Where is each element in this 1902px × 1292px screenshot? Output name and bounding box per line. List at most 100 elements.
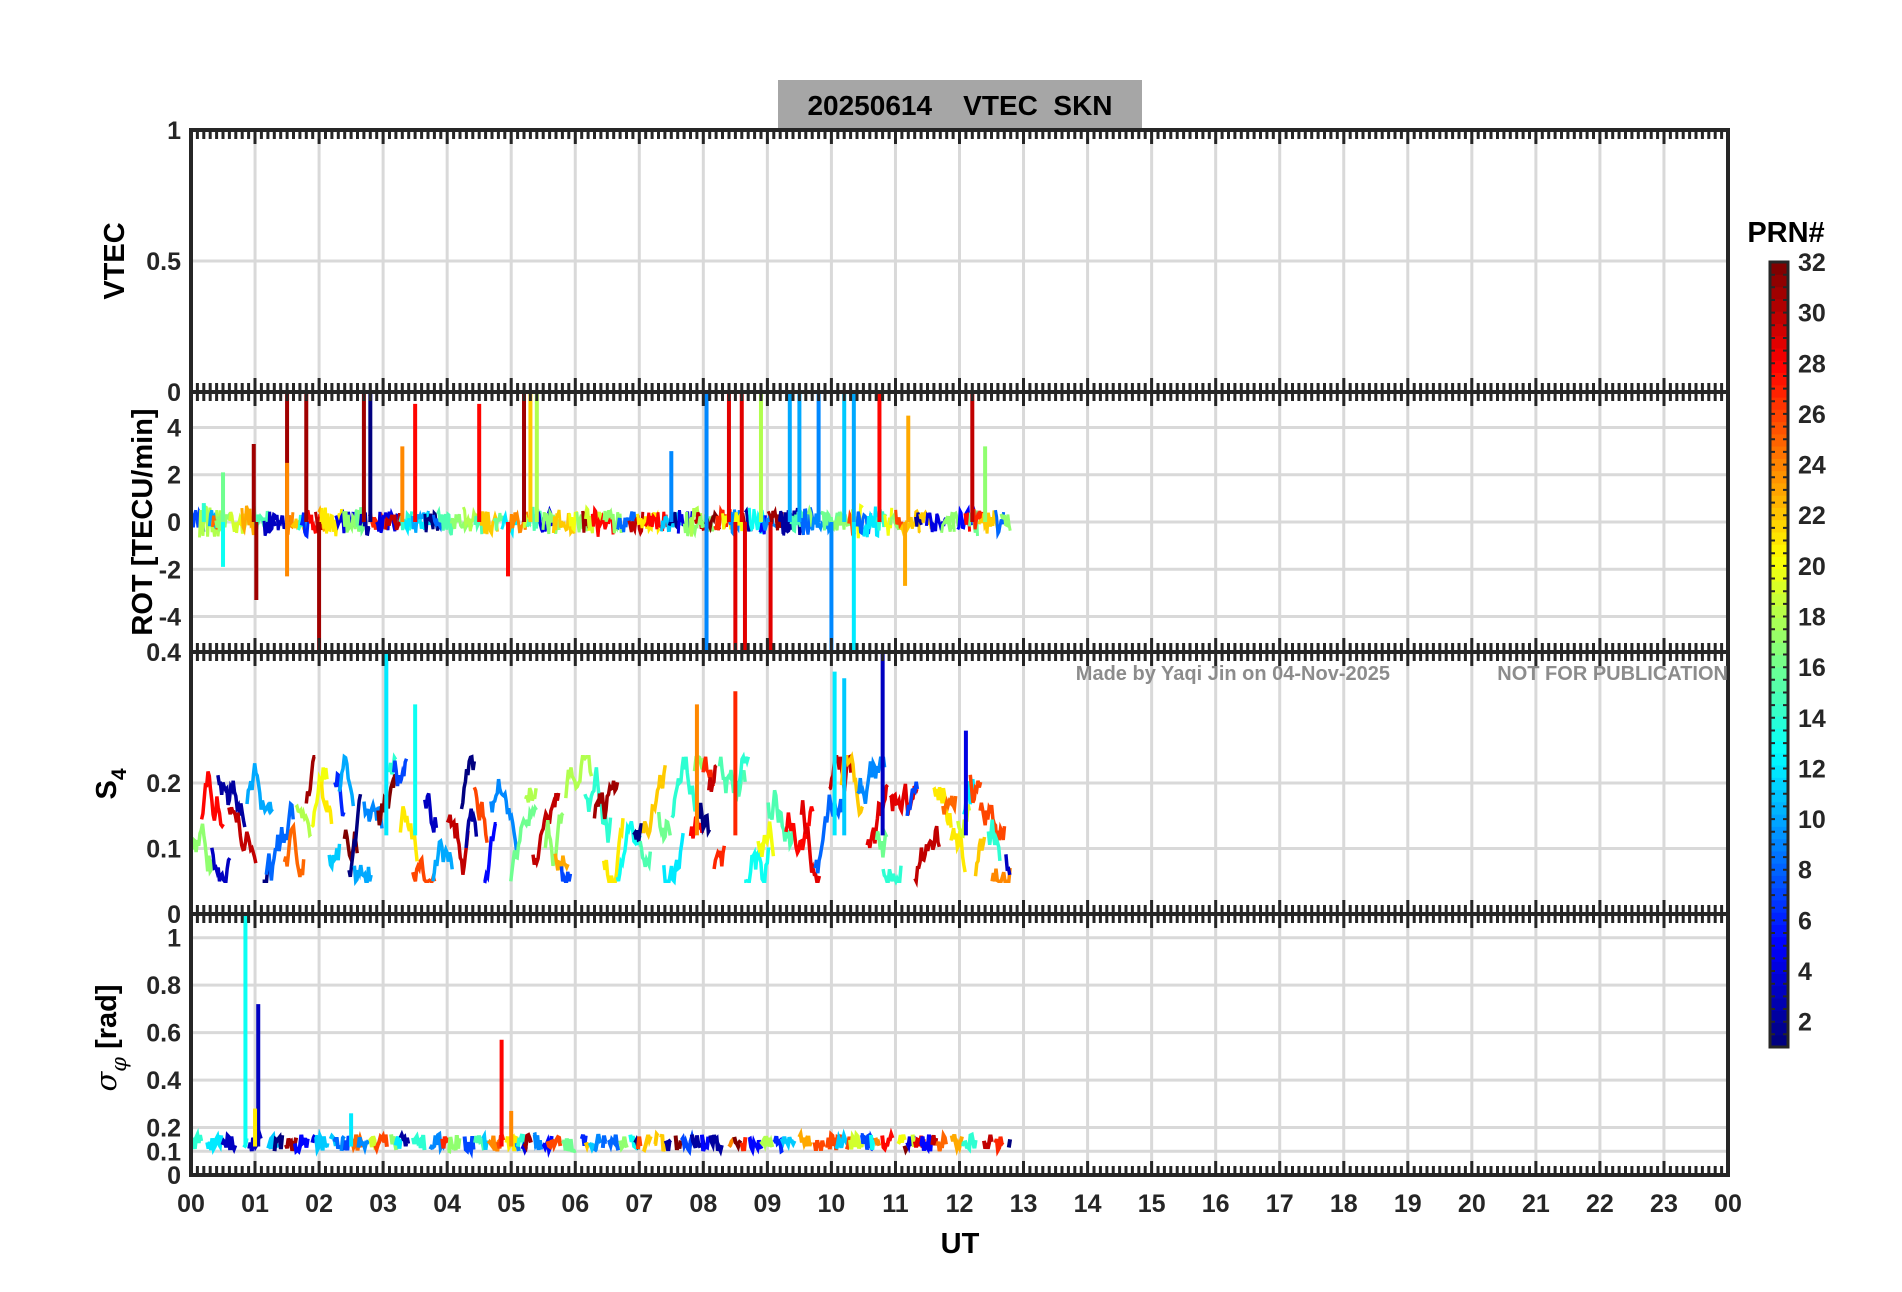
- colorbar: PRN# 2468101214161820222426283032: [1747, 217, 1826, 1049]
- x-tick-label: 12: [946, 1190, 974, 1218]
- y-tick-label: 1: [167, 925, 181, 953]
- sigma-trace: [1006, 1138, 1013, 1148]
- colorbar-segment: [1770, 396, 1788, 410]
- colorbar-segment: [1770, 924, 1788, 938]
- x-tick-label: 07: [625, 1190, 653, 1218]
- colorbar-tick-label: 16: [1798, 654, 1826, 682]
- y-tick-label: 0: [167, 379, 181, 407]
- x-tick-label: 03: [369, 1190, 397, 1218]
- x-tick-label: 22: [1586, 1190, 1614, 1218]
- colorbar-segment: [1770, 654, 1788, 668]
- sigma-trace: [812, 1139, 826, 1152]
- panel-sigma: 10.80.60.40.20.10: [146, 912, 1730, 1190]
- panel-rot: 4 2 0 -2 -4: [159, 390, 1730, 654]
- panels: 10.50420-2-40.40.20.1010.80.60.40.20.10: [146, 117, 1730, 1190]
- panel-vtec: 10.50: [146, 117, 1730, 407]
- colorbar-tick-label: 10: [1798, 806, 1826, 834]
- watermark-notice: NOT FOR PUBLICATION: [1497, 663, 1728, 685]
- colorbar-segment: [1770, 544, 1788, 557]
- panel-s4: 0.40.20.10: [146, 639, 1730, 929]
- title-text: 20250614 VTEC SKN: [807, 90, 1112, 121]
- x-tick-label: 21: [1522, 1190, 1550, 1218]
- colorbar-tick-label: 22: [1798, 502, 1826, 530]
- colorbar-tick-label: 2: [1798, 1009, 1812, 1037]
- x-tick-label: 09: [753, 1190, 781, 1218]
- sigma-trace: [930, 1134, 939, 1146]
- sigma-trace: [896, 1134, 907, 1145]
- colorbar-tick-label: 6: [1798, 907, 1812, 935]
- x-tick-label: 10: [818, 1190, 846, 1218]
- colorbar-segment: [1770, 912, 1788, 925]
- colorbar-tick-label: 24: [1798, 452, 1826, 480]
- x-tick-label: 13: [1010, 1190, 1038, 1218]
- x-tick-label: 19: [1394, 1190, 1422, 1218]
- colorbar-segment: [1770, 789, 1788, 803]
- colorbar-segment: [1770, 360, 1788, 373]
- x-tick-label: 16: [1202, 1190, 1230, 1218]
- sigma-trace: [635, 1136, 643, 1150]
- colorbar-tick-label: 30: [1798, 300, 1826, 328]
- y-tick-label: -4: [159, 604, 181, 632]
- y-tick-label: 4: [167, 414, 181, 442]
- y-tick-label: 1: [167, 117, 181, 145]
- y-tick-label: 0.1: [146, 836, 181, 864]
- colorbar-segment: [1770, 777, 1788, 791]
- y-tick-label: -2: [159, 556, 181, 584]
- y-tick-label: 0.4: [146, 1067, 181, 1095]
- figure: 20250614 VTEC SKN 10.50420-2-40.40.20.10…: [89, 80, 1826, 1260]
- x-tick-label: 06: [561, 1190, 589, 1218]
- colorbar-segment: [1770, 519, 1788, 533]
- y-tick-label: 0.5: [146, 248, 181, 276]
- y-tick-label: 0.2: [146, 770, 181, 798]
- colorbar-segment: [1770, 286, 1788, 300]
- colorbar-segment: [1770, 801, 1788, 815]
- colorbar-tick-label: 8: [1798, 857, 1812, 885]
- y-tick-label: 2: [167, 462, 181, 490]
- colorbar-segment: [1770, 936, 1788, 950]
- colorbar-segment: [1770, 372, 1788, 386]
- y-tick-label: 0: [167, 509, 181, 537]
- colorbar-segment: [1770, 642, 1788, 656]
- y-tick-label: 0.4: [146, 639, 181, 667]
- y-tick-label: 0: [167, 1162, 181, 1190]
- y-axis-label-s4: S4: [91, 768, 131, 799]
- colorbar-segment: [1770, 274, 1788, 288]
- colorbar-segment: [1770, 556, 1788, 570]
- y-axis-label-vtec: VTEC: [99, 222, 131, 299]
- x-tick-label: 08: [689, 1190, 717, 1218]
- colorbar-tick-label: 26: [1798, 401, 1826, 429]
- y-axis-label-sigma: σφ [rad]: [89, 984, 131, 1091]
- colorbar-segment: [1770, 531, 1788, 545]
- colorbar-segment: [1770, 384, 1788, 398]
- sigma-trace: [481, 1129, 489, 1150]
- colorbar-segment: [1770, 961, 1788, 974]
- colorbar-segment: [1770, 764, 1788, 778]
- x-tick-label: 15: [1138, 1190, 1166, 1218]
- colorbar-segment: [1770, 679, 1788, 692]
- sigma-trace: [653, 1129, 660, 1147]
- x-tick-label: 00: [1714, 1190, 1742, 1218]
- y-tick-label: 0.6: [146, 1020, 181, 1048]
- colorbar-segment: [1770, 409, 1788, 423]
- colorbar-tick-label: 18: [1798, 604, 1826, 632]
- colorbar-label: PRN#: [1747, 217, 1824, 249]
- colorbar-segment: [1770, 262, 1788, 275]
- x-tick-label: 02: [305, 1190, 333, 1218]
- sigma-trace: [873, 1137, 882, 1147]
- x-tick-labels: 00 01 02 03 04 05 06 07 08 09 10 11 12 13 14 15 16 17 18 19…: [177, 1190, 1742, 1218]
- colorbar-segment: [1770, 666, 1788, 680]
- figure-title: 20250614 VTEC SKN: [778, 80, 1142, 128]
- x-tick-label: 18: [1330, 1190, 1358, 1218]
- y-axis-label-rot: ROT [TECU/min]: [127, 408, 159, 635]
- x-tick-label: 23: [1650, 1190, 1678, 1218]
- x-tick-label: 04: [433, 1190, 461, 1218]
- colorbar-segment: [1770, 752, 1788, 766]
- x-tick-label: 05: [497, 1190, 525, 1218]
- y-tick-label: 0.8: [146, 972, 181, 1000]
- colorbar-segment: [1770, 814, 1788, 827]
- x-tick-label: 14: [1074, 1190, 1102, 1218]
- colorbar-segment: [1770, 507, 1788, 521]
- x-tick-label: 20: [1458, 1190, 1486, 1218]
- x-tick-label: 11: [882, 1190, 909, 1218]
- colorbar-tick-label: 4: [1798, 958, 1812, 986]
